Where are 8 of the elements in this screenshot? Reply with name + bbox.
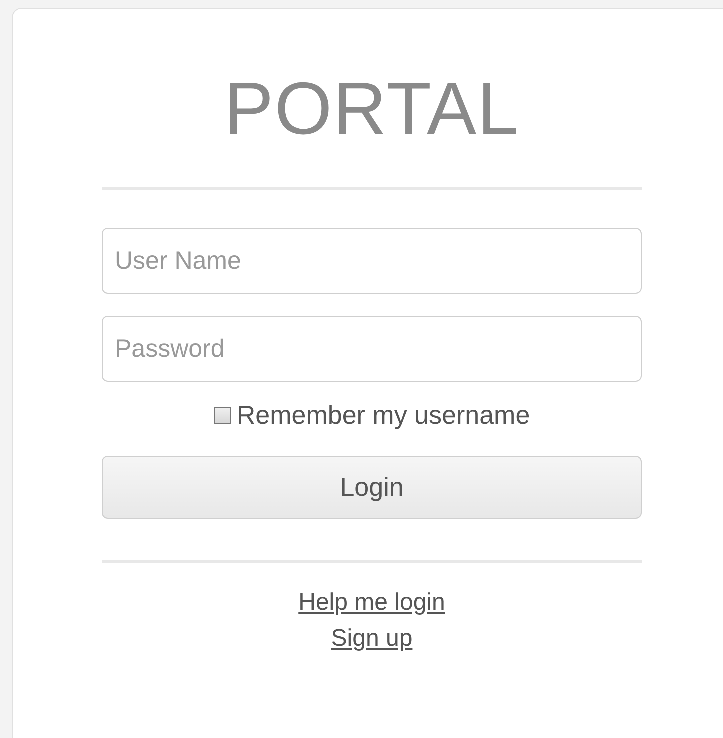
password-field[interactable]: Password	[102, 316, 642, 382]
login-button[interactable]: Login	[102, 456, 642, 519]
remember-label[interactable]: Remember my username	[236, 400, 530, 430]
username-field[interactable]: User Name	[102, 228, 642, 294]
link[interactable]: Help me login	[298, 589, 446, 617]
link[interactable]: Sign up	[331, 625, 413, 653]
remember-checkbox[interactable]	[214, 406, 231, 424]
portal-title: PORTAL	[224, 66, 520, 152]
